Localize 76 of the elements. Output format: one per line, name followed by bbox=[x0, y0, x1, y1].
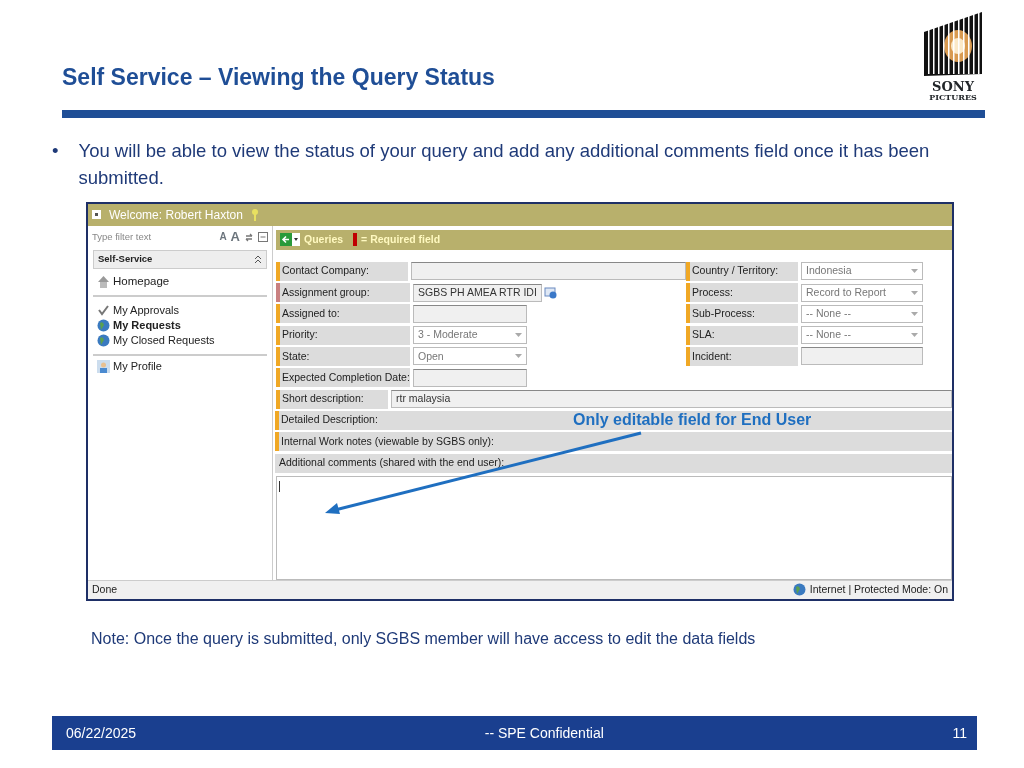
caret-icon bbox=[911, 333, 918, 338]
bullet-text: You will be able to view the status of your query and add any additional comments field once it has been submitted. bbox=[78, 139, 931, 190]
collapse-icon[interactable] bbox=[258, 231, 268, 242]
status-text: Internet | Protected Mode: On bbox=[809, 581, 948, 597]
input-field[interactable] bbox=[413, 368, 527, 387]
page-number: 11 bbox=[952, 723, 967, 743]
required-legend: = Required field bbox=[361, 231, 441, 248]
field-label: Short description: bbox=[276, 389, 388, 409]
field-label: Country / Territory: bbox=[686, 261, 798, 281]
field-label: SLA: bbox=[686, 325, 798, 345]
text-cursor bbox=[279, 481, 280, 493]
caret-icon bbox=[911, 290, 918, 295]
logo-text: SONY bbox=[932, 80, 974, 93]
required-marker-icon bbox=[353, 233, 358, 247]
sidebar-link[interactable]: My Approvals bbox=[113, 301, 180, 319]
refresh-icon[interactable] bbox=[244, 231, 254, 242]
back-icon[interactable] bbox=[280, 233, 300, 247]
lookup-icon[interactable] bbox=[543, 286, 557, 299]
logo-text: PICTURES bbox=[929, 93, 977, 103]
field-label: Expected Completion Date: bbox=[276, 368, 410, 388]
input-field[interactable] bbox=[411, 262, 686, 281]
caret-icon bbox=[911, 311, 918, 316]
note-text: Note: Once the query is submitted, only SGBS member will have access to edit the data fields bbox=[91, 628, 757, 649]
field-label: Assigned to: bbox=[276, 304, 410, 324]
caret-icon bbox=[911, 269, 918, 274]
logo-icon bbox=[922, 10, 984, 76]
sidebar-link[interactable]: My Profile bbox=[113, 357, 162, 375]
field-label: Assignment group: bbox=[276, 283, 410, 303]
font-size-button[interactable]: A bbox=[219, 229, 227, 245]
close-icon[interactable] bbox=[92, 210, 101, 220]
dropdown-field[interactable]: -- None -- bbox=[801, 304, 923, 323]
section-label: Additional comments (shared with the end user): bbox=[279, 455, 505, 471]
bullet-mark: • bbox=[52, 139, 59, 163]
footer-text: -- SPE Confidential bbox=[484, 723, 604, 743]
field-label: Contact Company: bbox=[276, 261, 409, 281]
sidebar-link[interactable]: Homepage bbox=[113, 272, 170, 290]
section-bar[interactable]: Detailed Description: Only editable field for End User bbox=[275, 410, 952, 430]
dropdown-field[interactable]: 3 - Moderate bbox=[413, 326, 527, 345]
welcome-text: Welcome: Robert Haxton bbox=[109, 206, 243, 224]
field-label: Priority: bbox=[276, 325, 410, 345]
section-bar[interactable]: Additional comments (shared with the end user): bbox=[275, 453, 952, 473]
input-field[interactable] bbox=[801, 347, 923, 366]
dropdown-field[interactable]: Indonesia bbox=[801, 262, 923, 281]
globe-icon bbox=[792, 583, 806, 597]
input-field[interactable]: SGBS PH AMEA RTR IDI bbox=[413, 283, 542, 302]
section-bar[interactable]: Internal Work notes (viewable by SGBS only): bbox=[275, 432, 952, 452]
collapse-icon[interactable] bbox=[254, 254, 262, 264]
dropdown-field[interactable]: -- None -- bbox=[801, 326, 923, 345]
profile-icon bbox=[97, 359, 110, 373]
section-title: Self-Service bbox=[98, 252, 153, 266]
input-field[interactable]: rtr malaysia bbox=[391, 390, 952, 409]
globe-icon bbox=[97, 318, 110, 332]
dropdown-field[interactable]: Record to Report bbox=[801, 283, 923, 302]
field-label: Sub-Process: bbox=[686, 304, 798, 324]
section-label: Internal Work notes (viewable by SGBS only): bbox=[281, 433, 494, 449]
filter-field[interactable]: Type filter text bbox=[92, 229, 202, 244]
field-label: State: bbox=[276, 346, 410, 366]
field-label: Incident: bbox=[686, 346, 798, 366]
slide-title: Self Service – Viewing the Query Status bbox=[62, 63, 495, 92]
section-label: Detailed Description: bbox=[281, 412, 378, 428]
dropdown-field[interactable]: Open bbox=[413, 347, 527, 366]
footer-date: 06/22/2025 bbox=[66, 723, 137, 743]
caret-icon bbox=[515, 333, 522, 338]
font-size-button[interactable]: A bbox=[230, 226, 240, 247]
input-field[interactable] bbox=[413, 304, 527, 323]
status-text: Done bbox=[92, 581, 118, 597]
key-icon bbox=[250, 208, 259, 222]
check-icon bbox=[97, 304, 110, 317]
sidebar-link[interactable]: My Requests bbox=[113, 316, 181, 334]
caret-icon bbox=[515, 354, 522, 359]
header-title: Queries bbox=[304, 231, 344, 247]
annotation-text: Only editable field for End User bbox=[573, 409, 812, 430]
sidebar-link[interactable]: My Closed Requests bbox=[113, 331, 215, 349]
globe-icon bbox=[97, 333, 110, 347]
house-icon bbox=[97, 274, 110, 288]
field-label: Process: bbox=[686, 283, 798, 303]
